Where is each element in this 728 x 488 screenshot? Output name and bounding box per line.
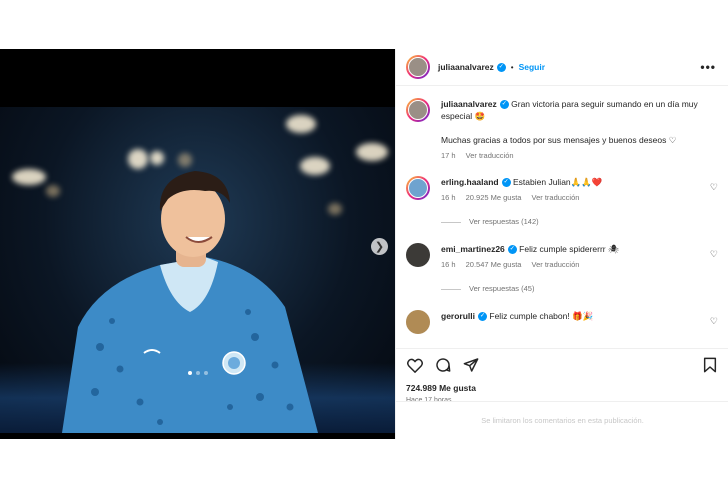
comment-text: Feliz cumple chabon! 🎁🎉 bbox=[489, 311, 594, 321]
comment-likes[interactable]: 20.925 Me gusta bbox=[466, 192, 522, 204]
comment-username[interactable]: erling.haaland bbox=[441, 177, 499, 187]
separator-dot: • bbox=[510, 62, 514, 72]
view-replies-label: Ver respuestas (45) bbox=[469, 284, 535, 293]
avatar[interactable] bbox=[406, 243, 430, 267]
comments-limited-notice: Se limitaron los comentarios en esta pub… bbox=[396, 401, 728, 433]
likes-count[interactable]: 724.989 Me gusta bbox=[406, 383, 719, 393]
caption-meta: 17 h Ver traducción bbox=[441, 150, 706, 162]
caption-text: juliaanalvarez ✓ Gran victoria para segui… bbox=[441, 98, 706, 122]
post-header: juliaanalvarez ✓ • Seguir ••• bbox=[396, 49, 728, 86]
carousel-dot bbox=[187, 371, 192, 375]
post-media: ❯ bbox=[0, 49, 395, 439]
post-actions: 724.989 Me gusta Hace 17 horas bbox=[396, 348, 728, 404]
next-slide-button[interactable]: ❯ bbox=[371, 238, 388, 255]
comment-time: 16 h bbox=[441, 260, 456, 269]
author-username[interactable]: juliaanalvarez bbox=[438, 62, 494, 72]
avatar[interactable] bbox=[406, 176, 430, 200]
post-side-panel: juliaanalvarez ✓ • Seguir ••• juliaanalv… bbox=[395, 49, 728, 439]
save-bookmark-icon[interactable] bbox=[701, 356, 719, 374]
more-options-icon[interactable]: ••• bbox=[700, 60, 716, 74]
player-illustration bbox=[62, 171, 318, 433]
verified-badge-icon: ✓ bbox=[496, 62, 506, 72]
post-photo bbox=[0, 107, 395, 433]
comment-text: Estabien Julian🙏🙏❤️ bbox=[513, 177, 603, 187]
verified-badge-icon: ✓ bbox=[478, 312, 488, 322]
verified-badge-icon: ✓ bbox=[499, 100, 509, 110]
action-icons-row bbox=[406, 349, 719, 381]
comment-meta: 16 h 20.925 Me gusta Ver traducción bbox=[441, 192, 706, 204]
caption-line-2: Muchas gracias a todos por sus mensajes … bbox=[441, 135, 677, 145]
comment-text: Feliz cumple spidererrr 🕷 bbox=[519, 244, 619, 254]
comment-time: 16 h bbox=[441, 193, 456, 202]
caption-time: 17 h bbox=[441, 151, 456, 160]
comment-username[interactable]: emi_martinez26 bbox=[441, 244, 505, 254]
share-send-icon[interactable] bbox=[462, 356, 480, 374]
carousel-dots bbox=[0, 371, 395, 375]
caption-username[interactable]: juliaanalvarez bbox=[441, 99, 497, 109]
comment-bubble-icon[interactable] bbox=[434, 356, 452, 374]
comment-like-heart-icon[interactable]: ♡ bbox=[710, 316, 718, 327]
carousel-dot bbox=[195, 371, 200, 375]
comment-like-heart-icon[interactable]: ♡ bbox=[710, 249, 718, 260]
comment-translate-link[interactable]: Ver traducción bbox=[531, 192, 579, 204]
view-replies-button[interactable]: Ver respuestas (45) bbox=[441, 283, 706, 295]
instagram-post-page: ❯ juliaanalvarez ✓ • Seguir ••• juliaana… bbox=[0, 0, 728, 488]
comments-list[interactable]: juliaanalvarez ✓ Gran victoria para segui… bbox=[396, 86, 728, 348]
comment-username[interactable]: gerorulli bbox=[441, 311, 475, 321]
avatar[interactable] bbox=[406, 98, 430, 122]
post-modal: ❯ juliaanalvarez ✓ • Seguir ••• juliaana… bbox=[0, 49, 728, 439]
comment-meta: 16 h 20.547 Me gusta Ver traducción bbox=[441, 259, 706, 271]
carousel-dot bbox=[203, 371, 208, 375]
verified-badge-icon: ✓ bbox=[501, 178, 511, 188]
view-replies-label: Ver respuestas (142) bbox=[469, 217, 539, 226]
avatar[interactable] bbox=[406, 55, 430, 79]
like-heart-icon[interactable] bbox=[406, 356, 424, 374]
avatar[interactable] bbox=[406, 310, 430, 334]
follow-button[interactable]: Seguir bbox=[519, 62, 545, 72]
verified-badge-icon: ✓ bbox=[507, 245, 517, 255]
caption-translate-link[interactable]: Ver traducción bbox=[466, 150, 514, 162]
comment-like-heart-icon[interactable]: ♡ bbox=[710, 182, 718, 193]
comment-translate-link[interactable]: Ver traducción bbox=[531, 259, 579, 271]
comment-likes[interactable]: 20.547 Me gusta bbox=[466, 259, 522, 271]
view-replies-button[interactable]: Ver respuestas (142) bbox=[441, 216, 706, 228]
